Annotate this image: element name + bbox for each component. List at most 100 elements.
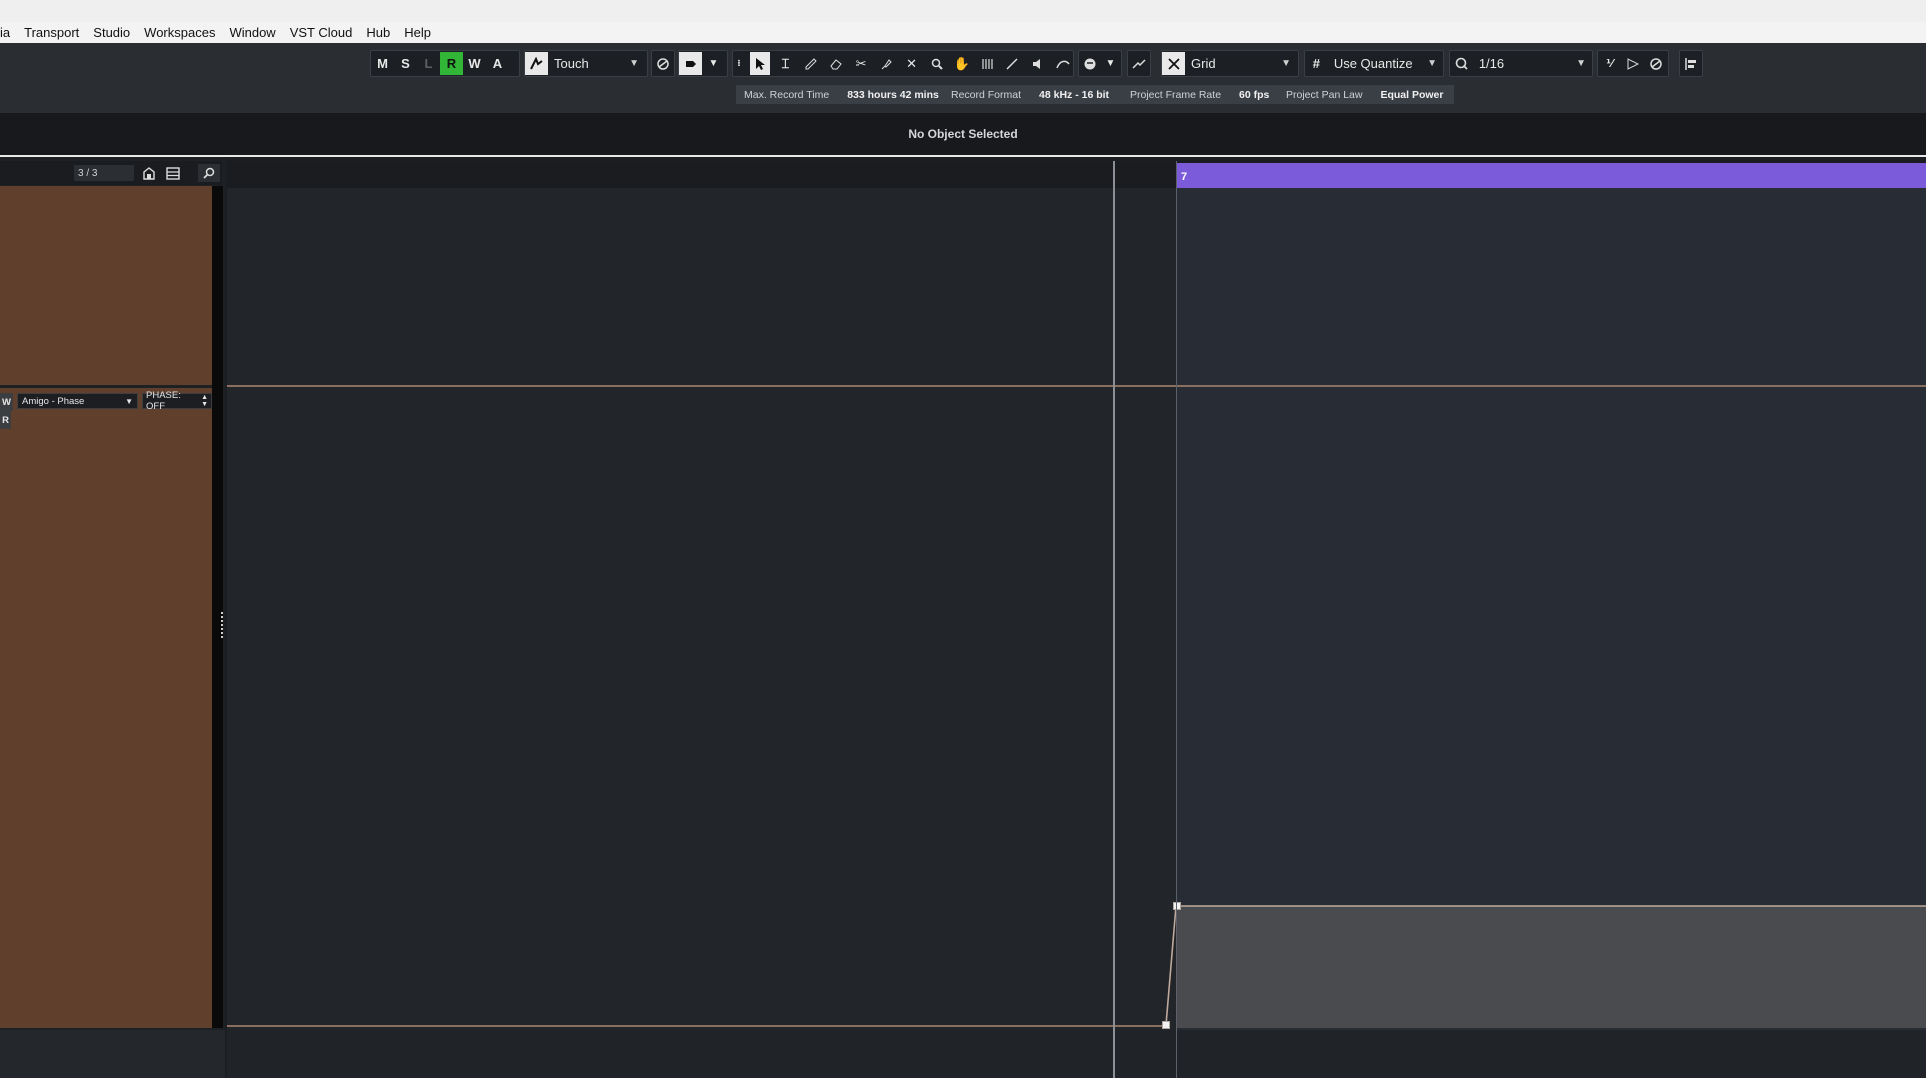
automation-parameter-label: Amigo - Phase [22,395,85,407]
info-label: Project Pan Law [1286,88,1363,101]
chevron-down-icon: ▼ [125,396,133,406]
autoscroll-icon[interactable] [679,52,702,75]
grid-icon: # [1312,56,1321,71]
track-header-1[interactable] [0,186,212,385]
menu-item-window[interactable]: Window [222,25,282,40]
ruler-bar-label: 7 [1181,171,1188,183]
automation-mode-group: Touch ▼ [524,50,648,77]
track-search-icon[interactable] [198,164,220,182]
track-list-footer [0,1030,225,1078]
chevron-down-icon: ▼ [1427,58,1437,69]
snap-mode-icon[interactable] [1079,52,1100,75]
automation-baseline [227,1025,1167,1027]
menu-item-help[interactable]: Help [397,25,438,40]
automation-mode-icon[interactable] [525,52,548,75]
quantize-group: 1/16 ▼ [1449,50,1593,77]
menu-item-transport[interactable]: Transport [17,25,86,40]
info-record-format[interactable]: Record Format 48 kHz - 16 bit [943,85,1125,104]
iterative-quantize-icon[interactable]: ⅟ [1600,52,1620,75]
automation-curve[interactable] [1160,895,1926,1030]
info-max-record-time[interactable]: Max. Record Time 833 hours 42 mins [736,85,948,104]
menu-item-hub[interactable]: Hub [359,25,397,40]
reset-quantize-icon[interactable] [1646,52,1666,75]
automation-point[interactable] [1162,1021,1170,1029]
solo-button[interactable]: S [394,52,417,75]
window-title-strip [0,0,1926,22]
snap-mode-group: ▼ [1078,50,1122,77]
info-value: Equal Power [1380,88,1444,101]
listen-button[interactable]: L [417,52,440,75]
snap-type-group: Grid ▼ [1161,50,1299,77]
object-selection-tool-icon[interactable] [750,52,771,75]
stepper-icon: ▲ ▼ [201,394,208,408]
snap-type-label: Grid [1191,56,1216,71]
glue-tool-icon[interactable] [876,52,896,75]
grid-type-dropdown[interactable]: Use Quantize ▼ [1328,52,1443,75]
automation-parameter-dropdown[interactable]: Amigo - Phase ▼ [17,393,138,409]
suspend-automation-icon[interactable] [652,52,674,75]
selection-status: No Object Selected [908,127,1018,141]
menu-item-studio[interactable]: Studio [86,25,137,40]
read-automation-button[interactable]: R [440,52,463,75]
locator-range[interactable] [1177,163,1926,188]
zoom-tool-icon[interactable] [927,52,947,75]
empty-track-lane [227,1030,1926,1078]
info-frame-rate[interactable]: Project Frame Rate 60 fps [1122,85,1284,104]
menu-bar: ia Transport Studio Workspaces Window VS… [0,22,1926,43]
split-tool-icon[interactable]: ✂ [851,52,871,75]
automation-point[interactable] [1173,902,1181,910]
tool-handle-icon: ⁝ [737,58,741,68]
track-visibility-icon[interactable] [140,164,158,182]
read-toggle[interactable]: R [0,411,11,429]
menu-item-vst-cloud[interactable]: VST Cloud [283,25,360,40]
automation-mode-label: Touch [554,56,589,71]
chevron-down-icon[interactable]: ▼ [702,52,725,75]
chevron-down-icon[interactable]: ▼ [1100,52,1121,75]
draw-tool-icon[interactable] [801,52,821,75]
color-tool-icon[interactable] [1053,52,1073,75]
play-tool-icon[interactable] [1028,52,1048,75]
quantize-tools-group: ⅟ [1597,50,1669,77]
eraser-tool-icon[interactable] [826,52,846,75]
crossfade-group [1127,50,1151,77]
quantize-icon [1450,52,1473,75]
automation-track-header[interactable] [0,388,212,1028]
quantize-preset-label: 1/16 [1478,56,1505,71]
automation-value-label: PHASE: OFF [146,390,181,412]
line-tool-icon[interactable] [1002,52,1022,75]
hand-tool-icon[interactable]: ✋ [952,52,972,75]
track-separator [227,385,1926,387]
chevron-down-icon: ▼ [1576,58,1586,69]
info-value: 48 kHz - 16 bit [1039,88,1110,101]
timewarp-tool-icon[interactable] [977,52,997,75]
crossfade-icon[interactable] [1128,52,1150,75]
automation-value-field[interactable]: PHASE: OFF ▲ ▼ [142,390,212,412]
write-automation-button[interactable]: W [463,52,486,75]
marker-line [1176,161,1177,1078]
snap-on-off-icon[interactable] [1162,52,1185,75]
info-label: Project Frame Rate [1130,88,1222,101]
automation-mode-dropdown[interactable]: Touch ▼ [548,52,645,75]
section-divider [0,155,1926,157]
info-label: Max. Record Time [744,88,830,101]
rack-toggle-group [1679,50,1703,77]
align-left-icon[interactable] [1680,52,1702,75]
grid-type-label: Use Quantize [1333,56,1413,71]
info-pan-law[interactable]: Project Pan Law Equal Power [1278,85,1454,104]
menu-item-workspaces[interactable]: Workspaces [137,25,222,40]
track-list-options-icon[interactable] [164,164,182,182]
range-tool-icon[interactable]: ⌶ [775,52,795,75]
suspend-automation-group [651,50,675,77]
snap-type-dropdown[interactable]: Grid ▼ [1185,52,1297,75]
automation-button[interactable]: A [486,52,509,75]
mute-tool-icon[interactable]: ✕ [902,52,922,75]
quantize-panel-icon[interactable] [1623,52,1643,75]
mute-button[interactable]: M [371,52,394,75]
tool-buttons-group: ⁝ ⌶ ✂ ✕ ✋ [732,50,1074,77]
info-value: 60 fps [1239,88,1270,101]
menu-item-media[interactable]: ia [0,25,17,40]
quantize-preset-dropdown[interactable]: 1/16 ▼ [1473,52,1592,75]
chevron-down-icon: ▼ [1281,58,1291,69]
project-cursor[interactable] [1113,161,1115,1078]
write-toggle[interactable]: W [0,393,13,411]
